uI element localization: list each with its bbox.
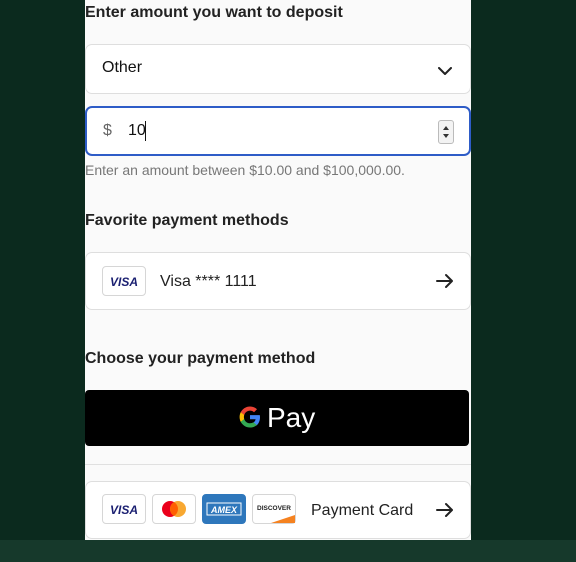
visa-logo: VISA [102, 494, 146, 524]
text-caret [145, 121, 146, 141]
amount-input-value: 10 [128, 122, 146, 139]
currency-symbol: $ [103, 122, 112, 139]
svg-text:AMEX: AMEX [210, 505, 238, 515]
arrow-right-icon [436, 502, 454, 523]
amount-select-value: Other [102, 59, 143, 76]
payment-card-row[interactable]: VISA AMEX DISCOVER Payment Card [85, 481, 471, 539]
background-band [0, 540, 576, 562]
amount-stepper[interactable] [438, 120, 454, 144]
google-pay-label: Pay [267, 402, 316, 433]
chevron-down-icon [438, 63, 452, 81]
arrow-right-icon [436, 273, 454, 294]
mastercard-logo [152, 494, 196, 524]
favorites-title: Favorite payment methods [85, 212, 289, 229]
google-g-icon [236, 403, 264, 436]
visa-logo: VISA [102, 266, 146, 296]
deposit-title: Enter amount you want to deposit [85, 4, 343, 21]
deposit-panel: Enter amount you want to deposit Other $… [85, 0, 471, 540]
discover-logo: DISCOVER [252, 494, 296, 524]
amount-hint: Enter an amount between $10.00 and $100,… [85, 162, 405, 178]
amount-input[interactable]: $ 10 [85, 106, 471, 156]
payment-methods-title: Choose your payment method [85, 350, 316, 367]
favorite-card-label: Visa **** 1111 [160, 273, 257, 290]
google-pay-button[interactable]: Pay [85, 390, 469, 446]
amount-select[interactable]: Other [85, 44, 471, 94]
svg-text:DISCOVER: DISCOVER [257, 505, 291, 512]
amex-logo: AMEX [202, 494, 246, 524]
section-divider [85, 464, 471, 465]
payment-card-label: Payment Card [311, 502, 414, 519]
favorite-visa-row[interactable]: VISA Visa **** 1111 [85, 252, 471, 310]
